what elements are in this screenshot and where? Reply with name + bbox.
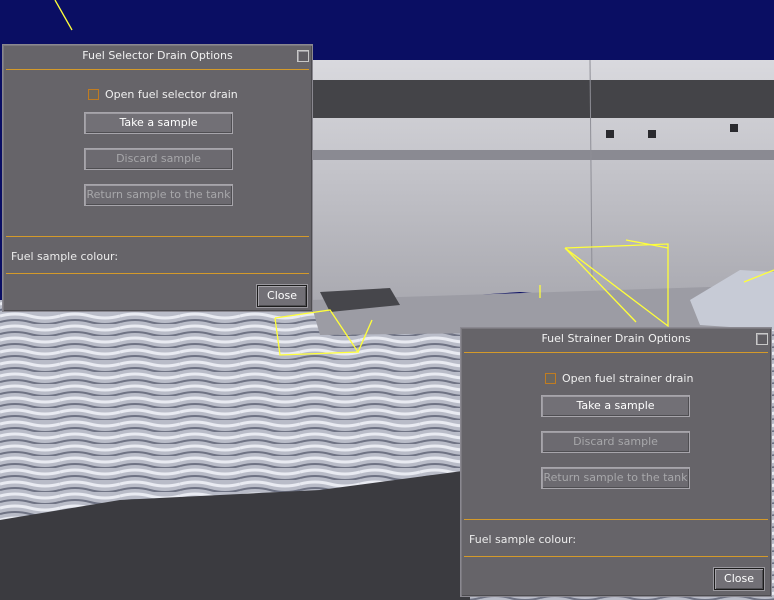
open-selector-drain-checkbox[interactable]: [88, 89, 99, 100]
dialog-close-box-icon[interactable]: [756, 333, 768, 345]
open-strainer-drain-checkbox[interactable]: [545, 373, 556, 384]
return-sample-button[interactable]: Return sample to the tank: [84, 184, 233, 206]
close-button[interactable]: Close: [714, 568, 764, 590]
fuel-strainer-drain-dialog: Fuel Strainer Drain Options Open fuel st…: [460, 327, 772, 597]
return-sample-button[interactable]: Return sample to the tank: [541, 467, 690, 489]
fuel-selector-drain-dialog: Fuel Selector Drain Options Open fuel se…: [2, 44, 313, 312]
open-selector-drain-row: Open fuel selector drain: [88, 88, 238, 101]
take-sample-button[interactable]: Take a sample: [541, 395, 690, 417]
close-button[interactable]: Close: [257, 285, 307, 307]
dialog-close-box-icon[interactable]: [297, 50, 309, 62]
take-sample-button[interactable]: Take a sample: [84, 112, 233, 134]
separator: [464, 352, 768, 353]
separator: [464, 556, 768, 557]
separator: [464, 519, 768, 520]
discard-sample-button[interactable]: Discard sample: [84, 148, 233, 170]
dialog-title: Fuel Selector Drain Options: [82, 49, 233, 62]
separator: [6, 273, 309, 274]
separator: [6, 69, 309, 70]
discard-sample-button[interactable]: Discard sample: [541, 431, 690, 453]
checkbox-label: Open fuel selector drain: [105, 88, 238, 101]
fuel-sample-colour-label: Fuel sample colour:: [469, 533, 577, 546]
separator: [6, 236, 309, 237]
dialog-title: Fuel Strainer Drain Options: [541, 332, 691, 345]
fuel-sample-colour-label: Fuel sample colour:: [11, 250, 119, 263]
checkbox-label: Open fuel strainer drain: [562, 372, 694, 385]
open-strainer-drain-row: Open fuel strainer drain: [545, 372, 693, 385]
